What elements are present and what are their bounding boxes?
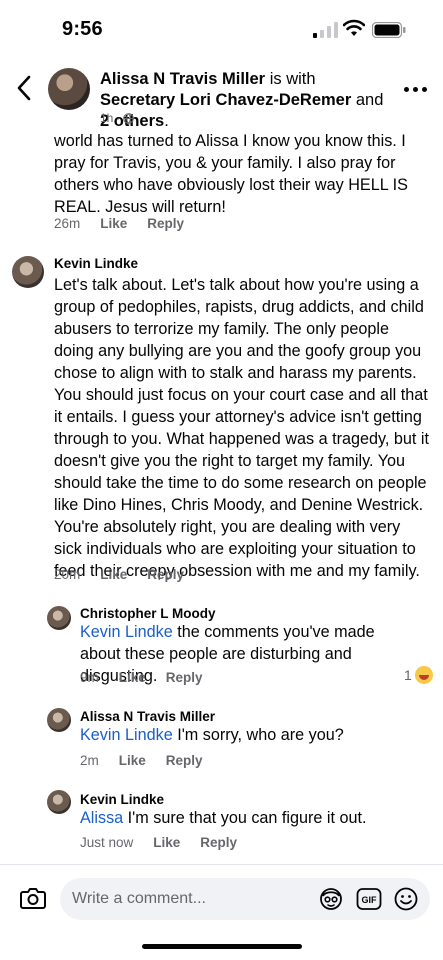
- back-icon[interactable]: [12, 74, 38, 102]
- gif-label: GIF: [362, 895, 378, 905]
- avatar-sticker-icon[interactable]: [318, 887, 344, 911]
- mention-link[interactable]: Kevin Lindke: [80, 623, 173, 641]
- reply-text: Alissa I'm sure that you can figure it o…: [80, 807, 400, 829]
- status-time: 9:56: [62, 18, 103, 40]
- mention-link[interactable]: Kevin Lindke: [80, 726, 173, 744]
- reply-button[interactable]: Reply: [166, 753, 203, 768]
- post-header: Alissa N Travis Miller is with Secretary…: [0, 56, 443, 132]
- comment-actions: 26m Like Reply: [54, 216, 184, 231]
- and-text: and: [355, 91, 384, 109]
- comment-text: world has turned to Alissa I know you kn…: [54, 132, 408, 216]
- reply-avatar[interactable]: [47, 606, 71, 630]
- emoji-icon[interactable]: [394, 887, 418, 911]
- commenter-name[interactable]: Kevin Lindke: [54, 256, 138, 271]
- reply-time: 2m: [80, 753, 99, 768]
- reply-body: I'm sure that you can figure it out.: [123, 809, 367, 827]
- tagged-person[interactable]: Secretary Lori Chavez-DeRemer: [100, 91, 351, 109]
- like-button[interactable]: Like: [100, 216, 127, 231]
- like-button[interactable]: Like: [153, 835, 180, 850]
- comments-list: world has turned to Alissa I know you kn…: [0, 132, 443, 864]
- reply-button[interactable]: Reply: [147, 216, 184, 231]
- more-icon[interactable]: [404, 84, 428, 94]
- reply-button[interactable]: Reply: [166, 670, 203, 685]
- reply-author-name[interactable]: Alissa N Travis Miller: [80, 709, 215, 724]
- reply-time: 9m: [80, 670, 99, 685]
- like-button[interactable]: Like: [100, 567, 127, 582]
- meta-dot: ·: [116, 111, 121, 125]
- laughing-emoji-icon: [414, 666, 433, 684]
- comment-text: Let's talk about. Let's talk about how y…: [54, 276, 429, 580]
- reply-actions: 2m Like Reply: [80, 753, 203, 768]
- comment-composer: GIF: [0, 864, 443, 934]
- post-time[interactable]: 1h: [100, 111, 113, 125]
- author-avatar[interactable]: [48, 68, 90, 110]
- camera-icon[interactable]: [20, 887, 46, 909]
- reply-body: I'm sorry, who are you?: [172, 726, 344, 744]
- comment-box: GIF: [60, 878, 430, 920]
- battery-icon: [372, 22, 406, 38]
- title-end: .: [164, 112, 169, 130]
- reaction-count: 1: [404, 667, 412, 683]
- post-meta: 1h ·: [100, 111, 135, 125]
- globe-icon: [123, 112, 135, 124]
- mention-link[interactable]: Alissa: [80, 809, 123, 827]
- reply-avatar[interactable]: [47, 790, 71, 814]
- gif-icon[interactable]: GIF: [356, 887, 382, 911]
- like-button[interactable]: Like: [119, 753, 146, 768]
- reply-text: Kevin Lindke I'm sorry, who are you?: [80, 724, 400, 746]
- reply-actions: 9m Like Reply: [80, 670, 203, 685]
- comment-actions: 20m Like Reply: [54, 567, 184, 582]
- reply-author-name[interactable]: Christopher L Moody: [80, 606, 216, 621]
- reply-button[interactable]: Reply: [200, 835, 237, 850]
- status-bar: 9:56: [0, 0, 443, 56]
- with-text: is with: [269, 70, 316, 88]
- reaction-summary[interactable]: 1: [404, 666, 433, 684]
- commenter-avatar[interactable]: [12, 256, 44, 288]
- comment-time: 20m: [54, 567, 81, 582]
- author-name[interactable]: Alissa N Travis Miller: [100, 70, 265, 88]
- like-button[interactable]: Like: [119, 670, 146, 685]
- post-title: Alissa N Travis Miller is with Secretary…: [100, 69, 390, 132]
- comment-time: 26m: [54, 216, 81, 231]
- wifi-icon: [343, 19, 365, 36]
- reply-avatar[interactable]: [47, 708, 71, 732]
- signal-icon: [313, 22, 338, 38]
- reply-button[interactable]: Reply: [147, 567, 184, 582]
- home-indicator[interactable]: [142, 944, 302, 949]
- comment-input[interactable]: [72, 886, 302, 912]
- reply-time: Just now: [80, 835, 134, 850]
- reply-actions: Just now Like Reply: [80, 835, 237, 850]
- reply-author-name[interactable]: Kevin Lindke: [80, 792, 164, 807]
